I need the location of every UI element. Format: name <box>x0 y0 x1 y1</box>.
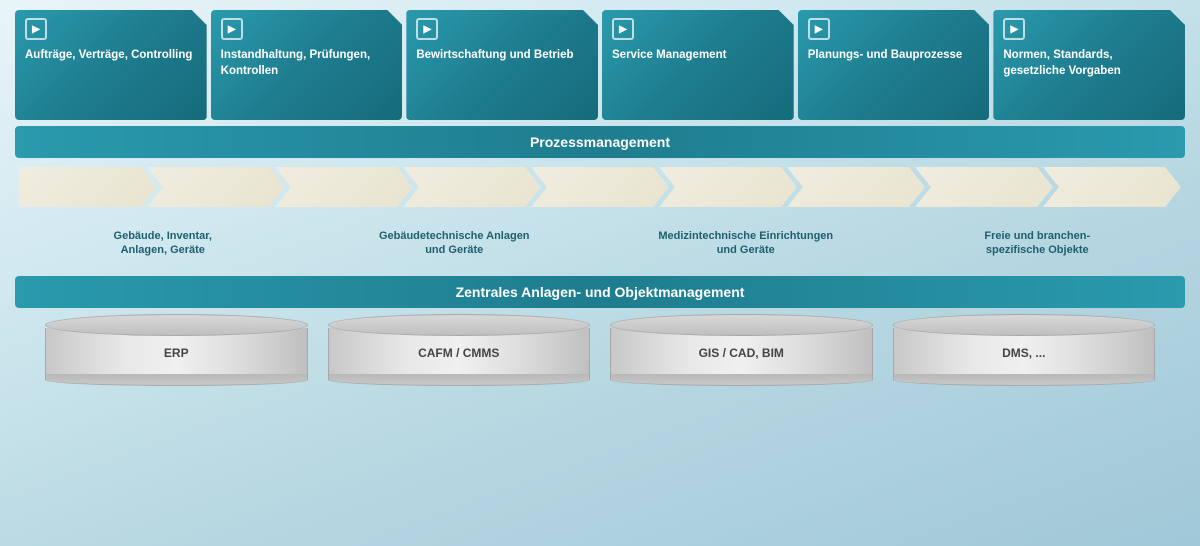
database-label: GIS / CAD, BIM <box>699 346 784 360</box>
object-item-obj-1: Gebäude, Inventar, Anlagen, Geräte <box>19 216 307 270</box>
database-item-db-4: DMS, ... <box>893 314 1156 386</box>
arrow-item-0 <box>19 167 157 207</box>
cylinder-bottom <box>328 374 591 386</box>
arrow-item-7 <box>915 167 1053 207</box>
cylinder-bottom <box>45 374 308 386</box>
play-icon: ▶ <box>1003 18 1025 40</box>
cylinder-bottom <box>610 374 873 386</box>
tile-label: Aufträge, Verträge, Controlling <box>25 48 192 64</box>
arrows-row <box>15 164 1185 210</box>
object-item-obj-2: Gebäudetechnische Anlagen und Geräte <box>311 216 599 270</box>
play-icon: ▶ <box>612 18 634 40</box>
play-icon: ▶ <box>808 18 830 40</box>
object-item-obj-3: Medizintechnische Einrichtungen und Gerä… <box>602 216 890 270</box>
arrow-item-6 <box>787 167 925 207</box>
tile-tile-3[interactable]: ▶ Bewirtschaftung und Betrieb <box>406 10 598 120</box>
arrow-item-1 <box>147 167 285 207</box>
zentral-label: Zentrales Anlagen- und Objektmanagement <box>456 284 745 300</box>
arrow-item-8 <box>1043 167 1181 207</box>
cylinder-top <box>45 314 308 336</box>
prozessmanagement-label: Prozessmanagement <box>530 134 670 150</box>
database-item-db-1: ERP <box>45 314 308 386</box>
tile-label: Planungs- und Bauprozesse <box>808 48 963 64</box>
cylinder-top <box>893 314 1156 336</box>
tile-label: Instandhaltung, Prüfungen, Kontrollen <box>221 48 393 79</box>
cylinder-bottom <box>893 374 1156 386</box>
database-label: CAFM / CMMS <box>418 346 499 360</box>
database-label: ERP <box>164 346 189 360</box>
tile-label: Normen, Standards, gesetzliche Vorgaben <box>1003 48 1175 79</box>
database-item-db-3: GIS / CAD, BIM <box>610 314 873 386</box>
database-item-db-2: CAFM / CMMS <box>328 314 591 386</box>
objects-row: Gebäude, Inventar, Anlagen, GeräteGebäud… <box>15 216 1185 270</box>
object-item-obj-4: Freie und branchen- spezifische Objekte <box>894 216 1182 270</box>
tile-tile-5[interactable]: ▶ Planungs- und Bauprozesse <box>798 10 990 120</box>
database-label: DMS, ... <box>1002 346 1045 360</box>
zentral-bar: Zentrales Anlagen- und Objektmanagement <box>15 276 1185 308</box>
play-icon: ▶ <box>25 18 47 40</box>
arrow-item-2 <box>275 167 413 207</box>
arrow-item-4 <box>531 167 669 207</box>
prozessmanagement-bar: Prozessmanagement <box>15 126 1185 158</box>
play-icon: ▶ <box>221 18 243 40</box>
top-tiles-row: ▶ Aufträge, Verträge, Controlling ▶ Instand… <box>15 10 1185 120</box>
tile-label: Service Management <box>612 48 726 64</box>
cylinder-top <box>610 314 873 336</box>
tile-tile-4[interactable]: ▶ Service Management <box>602 10 794 120</box>
database-row: ERP CAFM / CMMS GIS / CAD, BIM DMS, ... <box>15 314 1185 404</box>
tile-tile-6[interactable]: ▶ Normen, Standards, gesetzliche Vorgaben <box>993 10 1185 120</box>
main-container: ▶ Aufträge, Verträge, Controlling ▶ Instand… <box>0 0 1200 546</box>
tile-tile-1[interactable]: ▶ Aufträge, Verträge, Controlling <box>15 10 207 120</box>
play-icon: ▶ <box>416 18 438 40</box>
tile-tile-2[interactable]: ▶ Instandhaltung, Prüfungen, Kontrollen <box>211 10 403 120</box>
tile-label: Bewirtschaftung und Betrieb <box>416 48 573 64</box>
arrow-item-3 <box>403 167 541 207</box>
cylinder-top <box>328 314 591 336</box>
arrow-item-5 <box>659 167 797 207</box>
